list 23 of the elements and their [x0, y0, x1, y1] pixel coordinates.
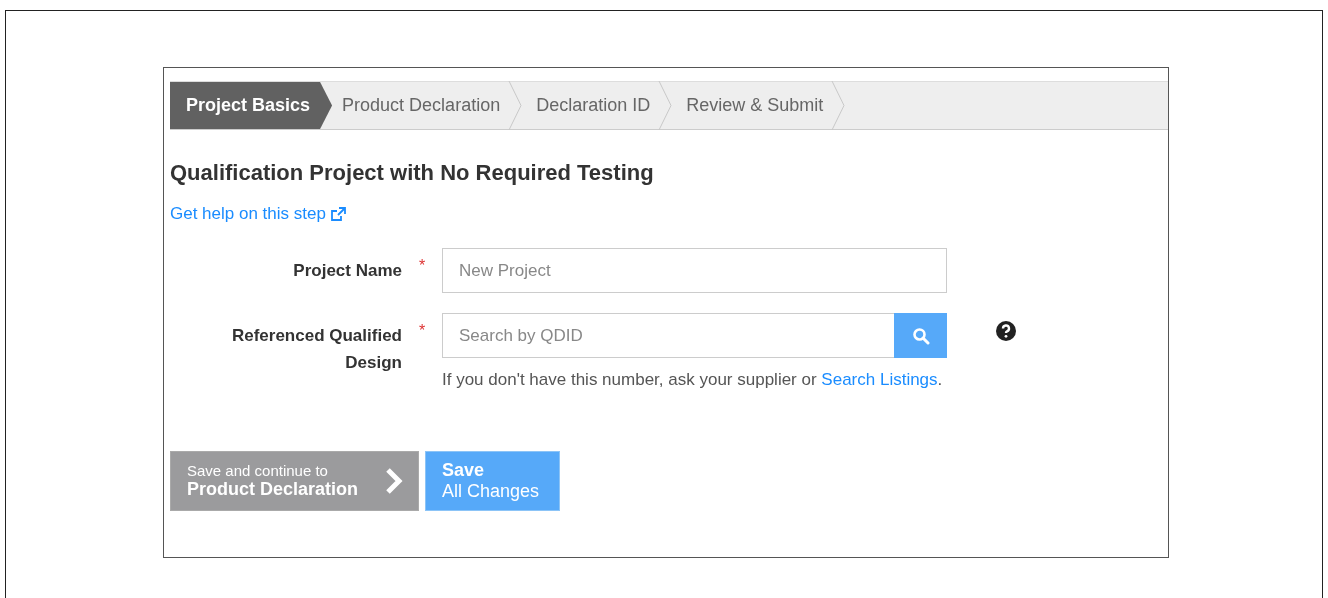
chevron-separator-icon: [658, 81, 673, 130]
chevron-separator-icon: [831, 81, 846, 130]
search-listings-link[interactable]: Search Listings: [821, 370, 938, 389]
help-link[interactable]: Get help on this step: [170, 204, 346, 224]
help-icon[interactable]: [996, 321, 1016, 341]
step-tab[interactable]: Review & Submit: [680, 82, 854, 129]
chevron-separator-icon: [508, 81, 523, 130]
page-heading: Qualification Project with No Required Testing: [170, 160, 655, 186]
hint-text: If you don't have this number, ask your supplier or Search Listings.: [442, 369, 944, 391]
chevron-right-icon: [384, 466, 404, 496]
search-icon: [911, 326, 930, 345]
field-label: Referenced Qualified Design: [230, 325, 402, 374]
field-label: Project Name: [292, 260, 402, 282]
required-mark: *: [418, 322, 426, 339]
external-link-icon: [329, 206, 346, 222]
step-tab[interactable]: Product Declaration: [336, 82, 531, 129]
step-tab[interactable]: Declaration ID: [530, 82, 681, 129]
save-all-changes-button[interactable]: Save All Changes: [425, 451, 560, 511]
search-field[interactable]: Search by QDID: [442, 313, 894, 358]
save-and-continue-button[interactable]: Save and continue to Product Declaration: [170, 451, 419, 511]
step-tab[interactable]: Project Basics: [170, 82, 333, 129]
required-mark: *: [418, 257, 426, 274]
project-name-field[interactable]: New Project: [442, 248, 947, 293]
